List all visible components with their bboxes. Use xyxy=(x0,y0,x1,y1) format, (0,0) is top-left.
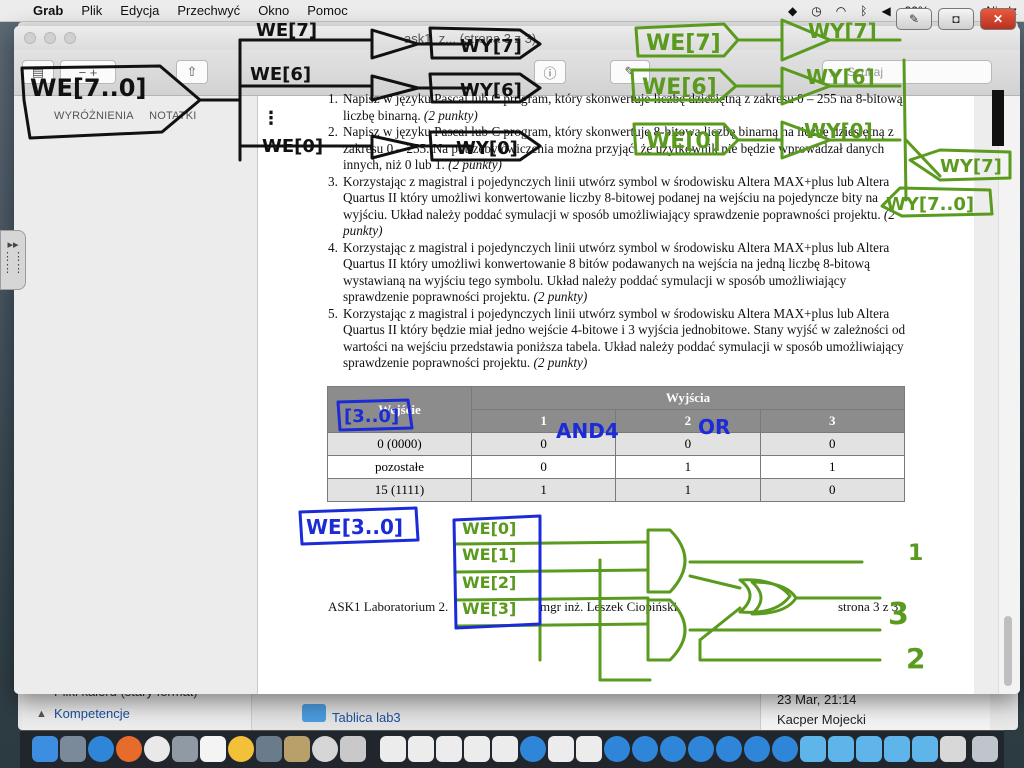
tab-notes[interactable]: NOTATKI xyxy=(149,110,196,122)
output-col: 2 xyxy=(615,409,761,433)
task-list: 1. Napisz w języku Pascal lub C program, … xyxy=(328,91,908,372)
output-col: 3 xyxy=(759,409,906,433)
calendar-icon[interactable] xyxy=(200,736,226,762)
sidebar: WYRÓŻNIENIA NOTATKI xyxy=(14,96,258,694)
firefox-icon[interactable] xyxy=(116,736,142,762)
close-icon[interactable]: ✕ xyxy=(980,8,1016,30)
timestamp: 23 Mar, 21:14 xyxy=(777,692,857,707)
pen-icon[interactable]: ✎ xyxy=(896,8,932,30)
folder-icon[interactable] xyxy=(912,736,938,762)
drawing-tool-buttons: ✎ ◘ ✕ xyxy=(896,8,1018,32)
menu-przechwyc[interactable]: Przechwyć xyxy=(168,3,249,18)
share-icon[interactable]: ⇧ xyxy=(176,60,208,84)
app-icon[interactable] xyxy=(340,736,366,762)
close-window-button[interactable] xyxy=(24,32,36,44)
document-icon[interactable] xyxy=(464,736,490,762)
document-icon[interactable] xyxy=(492,736,518,762)
footer-left: ASK1 Laboratorium 2. xyxy=(328,599,449,614)
itunes-icon[interactable] xyxy=(144,736,170,762)
toolbar: ▤ − + ⇧ ⓘ ✎ ⌕ Szukaj xyxy=(14,50,1020,96)
menu-okno[interactable]: Okno xyxy=(249,3,298,18)
list-item[interactable]: Kompetencje xyxy=(54,706,130,721)
footer-page-number: strona 3 z 3 xyxy=(838,599,899,614)
folder-icon[interactable] xyxy=(884,736,910,762)
app-icon[interactable] xyxy=(256,736,282,762)
sidebar-tabs: WYRÓŻNIENIA NOTATKI xyxy=(54,110,209,122)
window-edge xyxy=(992,90,1004,146)
camera-icon[interactable]: ◘ xyxy=(938,8,974,30)
menu-edycja[interactable]: Edycja xyxy=(111,3,168,18)
preview-icon[interactable] xyxy=(60,736,86,762)
dropbox-icon[interactable]: ◆ xyxy=(781,4,804,18)
document-icon[interactable] xyxy=(436,736,462,762)
web-document-icon[interactable] xyxy=(520,736,546,762)
app-icon[interactable] xyxy=(172,736,198,762)
header-input: Wejście xyxy=(327,386,472,433)
triangle-icon: ▲ xyxy=(36,708,47,720)
document-icon[interactable] xyxy=(576,736,602,762)
truth-table: Wejście Wyjścia 1 2 3 0 (0000) 0 0 0 pozost… xyxy=(327,386,906,502)
author-name: Kacper Mojecki xyxy=(777,712,866,727)
web-document-icon[interactable] xyxy=(744,736,770,762)
zoom-window-button[interactable] xyxy=(64,32,76,44)
app-icon[interactable] xyxy=(284,736,310,762)
list-item: 3. Korzystając z magistral i pojedynczych… xyxy=(328,173,895,239)
web-document-icon[interactable] xyxy=(716,736,742,762)
list-item: 1. Napisz w języku Pascal lub C program, … xyxy=(328,91,903,123)
menu-plik[interactable]: Plik xyxy=(72,3,111,18)
zoom-buttons[interactable]: − + xyxy=(60,60,116,84)
finder-icon[interactable] xyxy=(32,736,58,762)
volume-icon[interactable]: ◀ xyxy=(874,4,897,18)
search-placeholder: Szukaj xyxy=(847,65,884,79)
tab-highlights[interactable]: WYRÓŻNIENIA xyxy=(54,110,134,122)
list-item: 4. Korzystając z magistral i pojedynczych… xyxy=(328,239,890,305)
folder-label[interactable]: Tablica lab3 xyxy=(332,710,401,725)
output-col: 1 xyxy=(470,409,617,433)
sidebar-toggle-icon[interactable]: ▤ xyxy=(22,60,54,84)
list-item: 5. Korzystając z magistral i pojedynczych… xyxy=(328,305,906,371)
document-icon[interactable] xyxy=(548,736,574,762)
document-icon[interactable] xyxy=(940,736,966,762)
menubar: Grab Plik Edycja Przechwyć Okno Pomoc ◆ … xyxy=(0,0,1024,22)
footer-author: mgr inż. Leszek Ciopiński xyxy=(540,599,678,614)
wifi-icon[interactable]: ◠ xyxy=(829,4,853,18)
trash-icon[interactable] xyxy=(972,736,998,762)
table-row: 0 (0000) 0 0 0 xyxy=(327,432,906,456)
status-icon[interactable]: ◷ xyxy=(804,4,828,18)
folder-icon xyxy=(302,704,326,722)
vertical-scrollbar[interactable] xyxy=(998,96,1020,694)
bluetooth-icon[interactable]: ᛒ xyxy=(853,4,874,18)
minimize-window-button[interactable] xyxy=(44,32,56,44)
web-document-icon[interactable] xyxy=(632,736,658,762)
sidebar-handle[interactable]: ▸▸ ⋮⋮ ⋮⋮ xyxy=(0,230,26,290)
scroll-thumb[interactable] xyxy=(1004,616,1012,686)
search-input[interactable]: ⌕ Szukaj xyxy=(822,60,992,84)
menu-pomoc[interactable]: Pomoc xyxy=(298,3,356,18)
folder-icon[interactable] xyxy=(856,736,882,762)
header-outputs: Wyjścia xyxy=(471,386,905,410)
list-item: 2. Napisz w języku Pascal lub C program, … xyxy=(328,124,894,172)
dock xyxy=(20,730,1004,768)
web-document-icon[interactable] xyxy=(772,736,798,762)
table-row: pozostałe 0 1 1 xyxy=(327,455,906,479)
search-icon: ⌕ xyxy=(830,66,837,80)
table-row: 15 (1111) 1 1 0 xyxy=(327,478,906,502)
app-icon[interactable] xyxy=(312,736,338,762)
folder-icon[interactable] xyxy=(828,736,854,762)
document-icon[interactable] xyxy=(380,736,406,762)
menu-app-name[interactable]: Grab xyxy=(24,3,72,18)
title-bar: ask1_z... (strona 3 z 3) xyxy=(14,26,1020,50)
web-document-icon[interactable] xyxy=(604,736,630,762)
window-title: ask1_z... (strona 3 z 3) xyxy=(404,31,537,46)
info-icon[interactable]: ⓘ xyxy=(534,60,566,84)
pen-icon[interactable]: ✎ xyxy=(610,60,650,84)
web-document-icon[interactable] xyxy=(688,736,714,762)
web-document-icon[interactable] xyxy=(660,736,686,762)
document-icon[interactable] xyxy=(408,736,434,762)
photos-icon[interactable] xyxy=(228,736,254,762)
folder-icon[interactable] xyxy=(800,736,826,762)
safari-icon[interactable] xyxy=(88,736,114,762)
